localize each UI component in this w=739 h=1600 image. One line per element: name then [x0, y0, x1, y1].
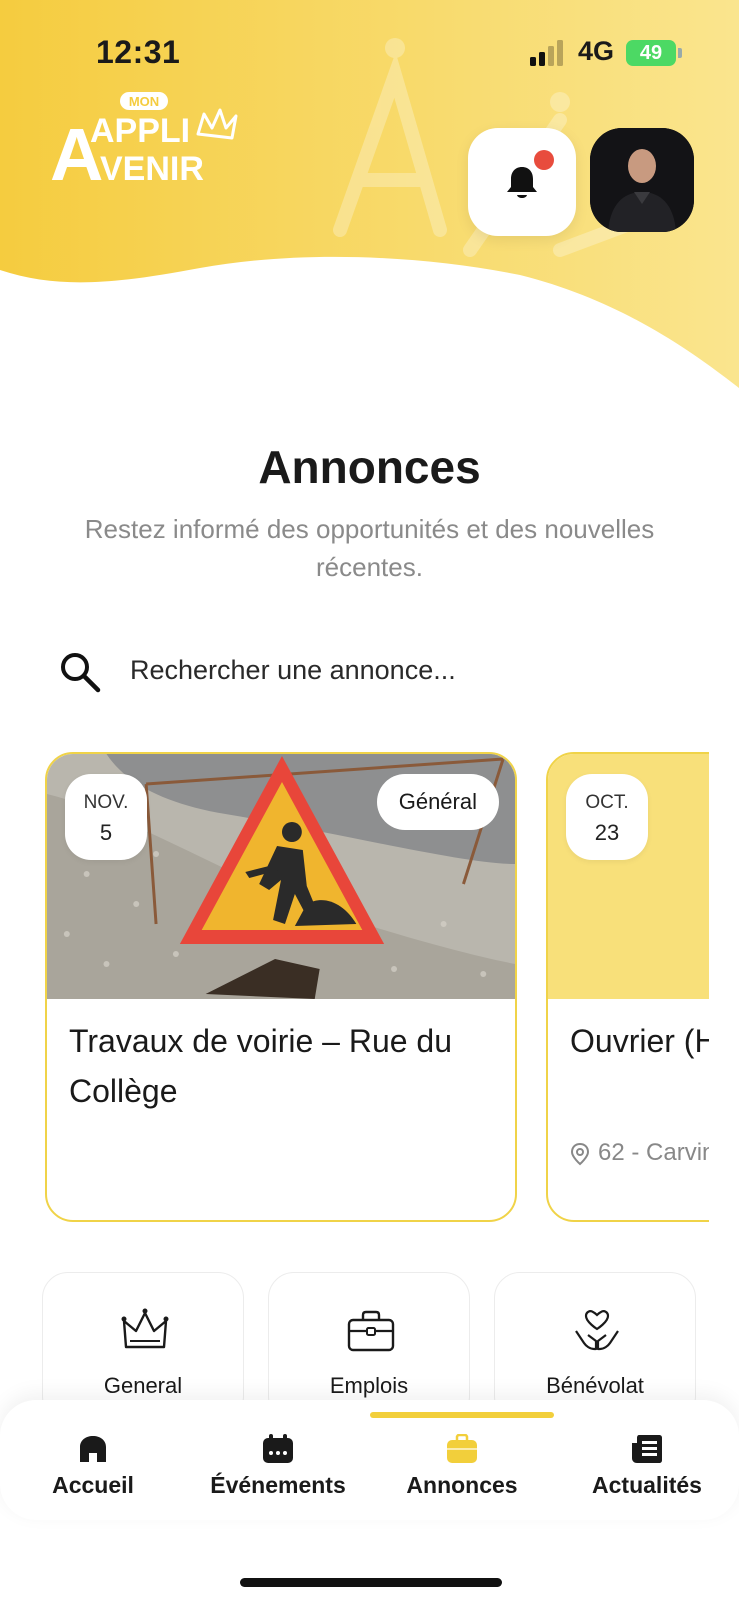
calendar-icon [263, 1434, 293, 1463]
card-location: 62 - Carvin [570, 1139, 709, 1167]
signal-icon [530, 40, 563, 66]
status-time: 12:31 [96, 34, 181, 70]
nav-actualites[interactable]: Actualités [580, 1434, 714, 1514]
location-text: 62 - Carvin [598, 1139, 709, 1166]
date-month: NOV. [83, 792, 129, 813]
crown-icon [121, 1308, 169, 1349]
avatar[interactable] [590, 128, 694, 232]
header: 12:31 4G 49 MON A APPLI VENIR [0, 0, 739, 400]
logo-graphic: MON A APPLI VENIR [50, 92, 238, 196]
category-label: Bénévolat [546, 1373, 644, 1398]
briefcase-icon [347, 1310, 395, 1352]
search-input[interactable] [130, 640, 690, 700]
app-logo[interactable]: MON A APPLI VENIR [48, 90, 248, 196]
search-icon [61, 653, 101, 693]
date-badge: NOV. 5 [65, 774, 147, 860]
card-title: Ouvrier (H/F) alimentaire [570, 1023, 709, 1059]
nav-label: Événements [210, 1472, 346, 1498]
nav-annonces[interactable]: Annonces [392, 1434, 532, 1514]
page-subtitle: Restez informé des opportunités et des n… [84, 514, 655, 582]
active-tab-indicator [370, 1412, 554, 1418]
announcement-card[interactable]: OCT. 23 Ouvrier (H/F) alimentaire 62 - C… [546, 752, 709, 1222]
battery-indicator: 49 [626, 40, 676, 66]
svg-text:MON: MON [129, 94, 159, 109]
search-bar[interactable] [40, 630, 700, 710]
category-label: General [103, 1373, 183, 1398]
notifications-button[interactable] [468, 128, 576, 236]
briefcase-icon [447, 1434, 477, 1463]
home-icon [80, 1436, 106, 1462]
nav-label: Accueil [52, 1472, 134, 1498]
home-indicator[interactable] [240, 1578, 502, 1587]
heart-hands-icon [575, 1310, 619, 1351]
announcements-carousel[interactable]: NOV. 5 Général Travaux de voirie – Rue d… [0, 752, 709, 1224]
date-month: OCT. [585, 792, 629, 813]
nav-accueil[interactable]: Accueil [38, 1434, 148, 1514]
date-day: 5 [99, 820, 113, 845]
location-pin-icon [570, 1142, 590, 1165]
avatar-photo [590, 128, 694, 232]
network-type: 4G [578, 36, 615, 66]
nav-label: Actualités [592, 1472, 702, 1498]
category-list: General Emplois Bénévolat [0, 1272, 739, 1422]
svg-text:VENIR: VENIR [100, 150, 204, 188]
newspaper-icon [632, 1435, 662, 1463]
date-day: 23 [594, 820, 620, 845]
battery-nub [678, 48, 682, 58]
svg-text:APPLI: APPLI [90, 112, 190, 150]
date-badge: OCT. 23 [566, 774, 648, 860]
notification-dot [534, 150, 554, 170]
page-title: Annonces [258, 441, 481, 493]
announcement-card[interactable]: NOV. 5 Général Travaux de voirie – Rue d… [45, 752, 517, 1222]
category-label: Emplois [329, 1373, 409, 1398]
card-title: Travaux de voirie – Rue du Collège [69, 1023, 453, 1109]
nav-label: Annonces [406, 1472, 518, 1498]
category-tag: Général [376, 774, 499, 830]
nav-evenements[interactable]: Événements [198, 1434, 358, 1514]
bell-icon [507, 167, 537, 198]
bottom-navigation: Accueil Événements Annonces Actualités [0, 1400, 739, 1520]
